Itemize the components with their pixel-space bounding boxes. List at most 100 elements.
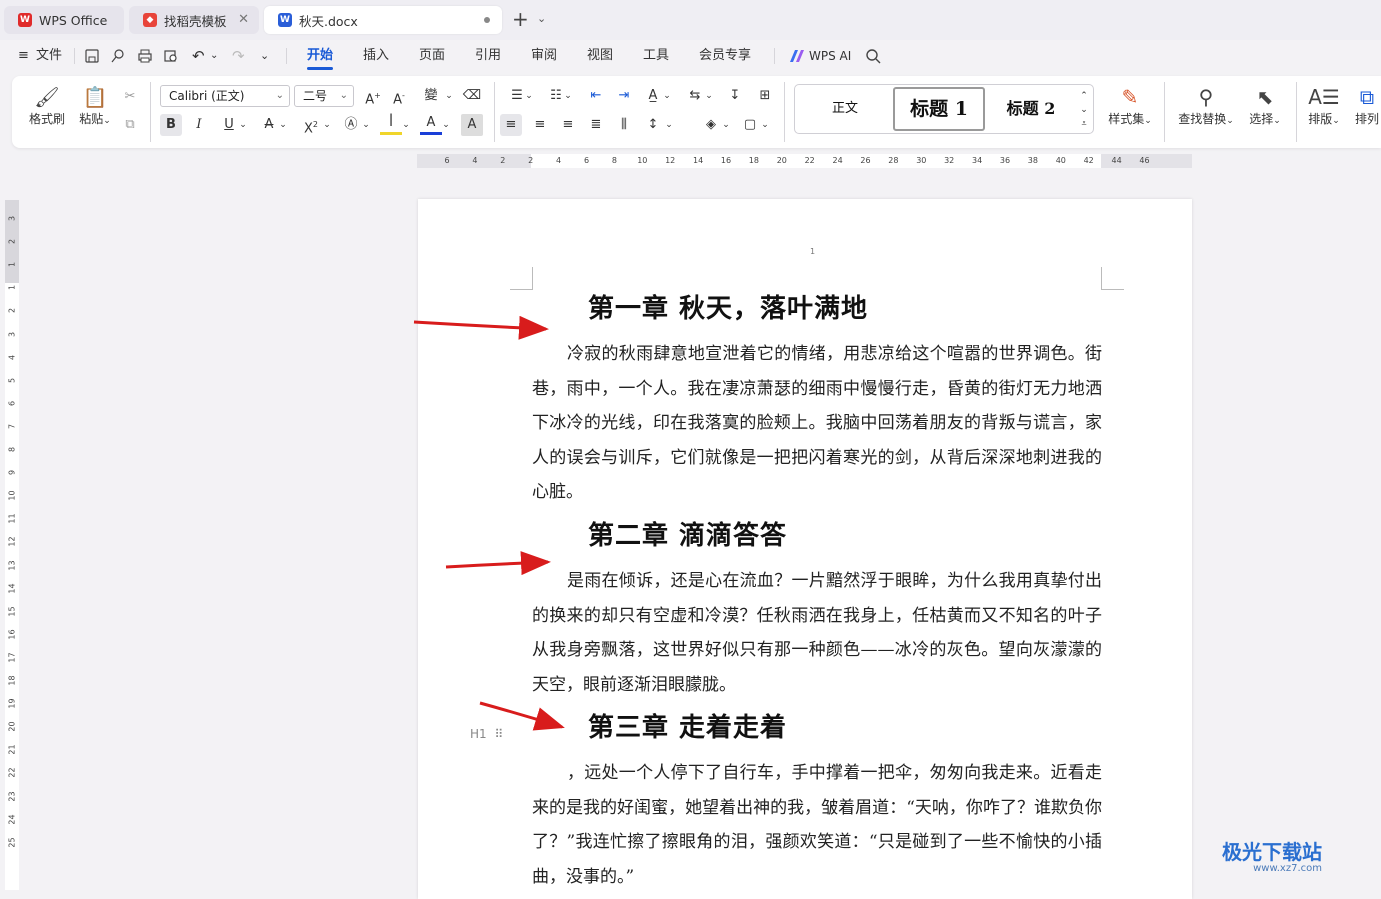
grow-font-icon[interactable]: A+ bbox=[362, 85, 384, 107]
justify-button[interactable]: ≣ bbox=[585, 114, 607, 136]
chapter-1-paragraph[interactable]: 冷寂的秋雨肆意地宣泄着它的情绪，用悲凉给这个喧嚣的世界调色。街巷，雨中，一个人。… bbox=[532, 337, 1102, 510]
divider bbox=[494, 82, 495, 142]
ruler-tick: 11 bbox=[7, 513, 17, 524]
hamburger-icon[interactable]: ≡ bbox=[18, 40, 29, 72]
chevron-down-icon[interactable]: ⌄ bbox=[754, 114, 776, 136]
chevron-down-icon[interactable]: ⌄ bbox=[272, 114, 294, 136]
ruler-tick: 3 bbox=[7, 331, 17, 337]
font-name-select[interactable]: Calibri (正文) ⌄ bbox=[160, 85, 290, 107]
style-heading-1[interactable]: 标题 1 bbox=[893, 87, 985, 131]
chevron-down-icon[interactable]: ⌄ bbox=[518, 85, 540, 107]
chevron-down-icon[interactable]: ⌄ bbox=[658, 114, 680, 136]
tab-wps-ai[interactable]: WPS AI bbox=[809, 40, 851, 72]
ruler-tick: 4 bbox=[472, 156, 478, 165]
chevron-down-icon[interactable]: ⌄ bbox=[537, 12, 546, 25]
cut-icon[interactable]: ✂ bbox=[119, 86, 141, 108]
ruler-tick: 38 bbox=[1027, 156, 1038, 165]
distribute-button[interactable]: ⫼ bbox=[613, 114, 635, 136]
arrange-button[interactable]: ⧉ 排列 bbox=[1350, 84, 1381, 127]
ruler-tick: 5 bbox=[7, 377, 17, 383]
horizontal-ruler[interactable]: 6 4 2 2 4 6 8 10 12 14 16 18 20 22 24 26 28 30 32 34 36 38 40 4… bbox=[417, 154, 1192, 168]
clear-format-icon[interactable]: ⌫ bbox=[461, 85, 483, 107]
search-icon[interactable] bbox=[865, 48, 881, 64]
chevron-down-icon[interactable]: ⌄ bbox=[232, 114, 254, 136]
ruler-tick: 13 bbox=[7, 559, 17, 571]
style-heading-2[interactable]: 标题 2 bbox=[991, 85, 1071, 133]
ruler-tick: 36 bbox=[999, 156, 1011, 165]
vertical-ruler[interactable]: 3 2 1 1 2 3 4 5 6 7 8 9 10 11 12 13 14 15 16 17 18 19 20 21 22 23… bbox=[5, 200, 19, 890]
tab-wps-office[interactable]: W WPS Office bbox=[4, 6, 124, 34]
chevron-down-icon[interactable]: ⌄ bbox=[435, 114, 457, 136]
tab-review[interactable]: 审阅 bbox=[531, 40, 557, 72]
format-paint-icon[interactable] bbox=[110, 48, 126, 64]
chevron-down-icon[interactable]: ⌄ bbox=[656, 85, 678, 107]
tab-insert[interactable]: 插入 bbox=[363, 40, 389, 72]
char-shading-icon[interactable]: A bbox=[461, 114, 483, 136]
chevron-down-icon: ⌄ bbox=[275, 90, 284, 101]
chevron-down-icon[interactable]: ⌄ bbox=[210, 40, 218, 72]
align-center-button[interactable]: ≡ bbox=[529, 114, 551, 136]
italic-button[interactable]: I bbox=[188, 114, 210, 136]
redo-icon[interactable]: ↷ bbox=[232, 40, 245, 72]
format-painter-button[interactable]: 🖌 格式刷 bbox=[24, 84, 70, 127]
paste-button[interactable]: 📋 粘贴⌄ bbox=[74, 84, 116, 127]
decrease-indent-icon[interactable]: ⇤ bbox=[585, 85, 607, 107]
select-button[interactable]: ⬉ 选择⌄ bbox=[1244, 84, 1286, 127]
bold-button[interactable]: B bbox=[160, 114, 182, 136]
tab-home[interactable]: 开始 bbox=[307, 40, 334, 72]
tab-references[interactable]: 引用 bbox=[475, 40, 501, 72]
sort-icon[interactable]: ↧ bbox=[724, 85, 746, 107]
more-chevron-icon[interactable]: ⌄ bbox=[260, 40, 269, 72]
drag-handle-icon[interactable]: ⠿ bbox=[495, 727, 504, 741]
align-right-button[interactable]: ≡ bbox=[557, 114, 579, 136]
tab-document[interactable]: W 秋天.docx bbox=[264, 6, 502, 34]
tab-tools[interactable]: 工具 bbox=[643, 40, 669, 72]
unsaved-dot-icon[interactable] bbox=[484, 17, 490, 23]
style-normal[interactable]: 正文 bbox=[805, 85, 885, 133]
tab-template[interactable]: ◆ 找稻壳模板 ✕ bbox=[129, 6, 259, 34]
find-replace-button[interactable]: ⚲ 查找替换⌄ bbox=[1174, 84, 1238, 127]
document-page[interactable]: 1 第一章 秋天，落叶满地 冷寂的秋雨肆意地宣泄着它的情绪，用悲凉给这个喧嚣的世… bbox=[418, 199, 1192, 899]
arrange-label: 排列 bbox=[1354, 112, 1379, 126]
menu-file[interactable]: 文件 bbox=[36, 40, 62, 72]
font-size-select[interactable]: 二号 ⌄ bbox=[294, 85, 354, 107]
gallery-more-icon[interactable]: ⩡ bbox=[1077, 113, 1091, 135]
show-marks-icon[interactable]: ⊞ bbox=[754, 85, 776, 107]
chapter-3-paragraph[interactable]: ，远处一个人停下了自行车，手中撑着一把伞，匆匆向我走来。近看走来的是我的好闺蜜，… bbox=[532, 756, 1102, 894]
chevron-down-icon[interactable]: ⌄ bbox=[557, 85, 579, 107]
chevron-down-icon[interactable]: ⌄ bbox=[355, 114, 377, 136]
copy-icon[interactable]: ⧉ bbox=[119, 114, 141, 136]
undo-icon[interactable]: ↶ bbox=[192, 40, 205, 72]
tab-member[interactable]: 会员专享 bbox=[699, 40, 751, 72]
layout-button[interactable]: A☰ 排版⌄ bbox=[1304, 84, 1344, 127]
tab-view[interactable]: 视图 bbox=[587, 40, 613, 72]
increase-indent-icon[interactable]: ⇥ bbox=[613, 85, 635, 107]
chevron-down-icon[interactable]: ⌄ bbox=[715, 114, 737, 136]
chevron-down-icon[interactable]: ⌄ bbox=[395, 114, 417, 136]
ruler-tick: 23 bbox=[7, 790, 17, 802]
chevron-down-icon[interactable]: ⌄ bbox=[316, 114, 338, 136]
ruler-tick: 6 bbox=[583, 156, 590, 165]
print-preview-icon[interactable] bbox=[163, 48, 179, 64]
ruler-tick: 4 bbox=[556, 156, 562, 165]
chevron-down-icon[interactable]: ⌄ bbox=[438, 85, 460, 107]
heading-handle[interactable]: H1 ⠿ bbox=[470, 727, 503, 741]
ruler-tick: 9 bbox=[7, 470, 17, 476]
style-set-button[interactable]: ✎ 样式集⌄ bbox=[1102, 84, 1158, 127]
chapter-2-heading[interactable]: 第二章 滴滴答答 bbox=[588, 515, 787, 552]
save-icon[interactable] bbox=[84, 48, 100, 64]
chapter-1-heading[interactable]: 第一章 秋天，落叶满地 bbox=[588, 288, 868, 325]
chapter-2-paragraph[interactable]: 是雨在倾诉，还是心在流血？一片黯然浮于眼眸，为什么我用真挚付出的换来的却只有空虚… bbox=[532, 564, 1102, 702]
align-left-button[interactable]: ≡ bbox=[500, 114, 522, 136]
ruler-tick: 2 bbox=[7, 308, 17, 314]
close-tab-icon[interactable]: ✕ bbox=[238, 12, 249, 27]
print-icon[interactable] bbox=[137, 48, 153, 64]
tab-page[interactable]: 页面 bbox=[419, 40, 445, 72]
chevron-down-icon[interactable]: ⌄ bbox=[698, 85, 720, 107]
new-tab-plus-icon[interactable]: + bbox=[512, 9, 529, 29]
chapter-3-heading[interactable]: 第三章 走着走着 bbox=[588, 707, 787, 744]
site-watermark-logo: 极光下载站 www.xz7.com bbox=[1222, 836, 1322, 874]
shrink-font-icon[interactable]: A- bbox=[388, 85, 410, 107]
menu-row: ≡ 文件 ↶ ⌄ ↷ ⌄ 开始 插入 页面 引用 审阅 视图 工具 会员专享 W… bbox=[0, 40, 1381, 72]
font-name-value: Calibri (正文) bbox=[169, 89, 245, 103]
